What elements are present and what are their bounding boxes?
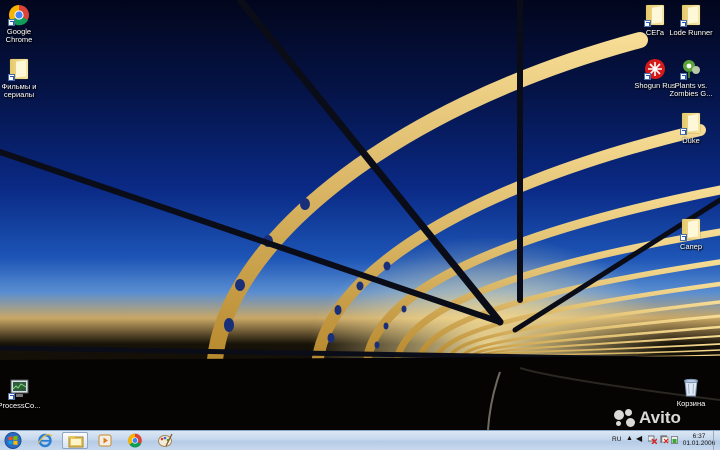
desktop-icon-duke-folder[interactable]: Duke xyxy=(660,112,720,145)
shortcut-arrow-icon xyxy=(8,19,15,26)
folder-icon xyxy=(8,59,30,81)
show-hidden-icons-icon[interactable]: ▲ xyxy=(626,435,633,442)
process-monitor-icon xyxy=(8,378,30,400)
desktop-icon-label: Plants vs. Zombies G... xyxy=(669,81,713,98)
wallpaper-image xyxy=(0,0,720,430)
desktop-icon-label: Фильмы и сериалы xyxy=(1,82,37,99)
shortcut-arrow-icon xyxy=(8,393,15,400)
shortcut-arrow-icon xyxy=(680,128,687,135)
language-indicator[interactable]: RU xyxy=(612,436,621,443)
folder-icon xyxy=(68,436,84,448)
desktop-icon-plants-vs-zombies[interactable]: Plants vs. Zombies G... xyxy=(660,58,720,98)
recycle-bin-icon xyxy=(680,376,702,398)
desktop-icon-label: Корзина xyxy=(676,399,706,408)
shortcut-arrow-icon xyxy=(680,20,687,27)
taskbar-windows-explorer[interactable] xyxy=(62,432,88,449)
desktop-icon-label: Сапер xyxy=(679,242,703,251)
shortcut-arrow-icon xyxy=(644,20,651,27)
plants-vs-zombies-icon xyxy=(680,58,702,80)
avito-watermark: Avito xyxy=(614,408,714,428)
taskbar-chrome[interactable] xyxy=(122,432,148,449)
desktop-icon-saper-folder[interactable]: Сапер xyxy=(660,218,720,251)
avito-watermark-text: Avito xyxy=(639,408,681,427)
shortcut-arrow-icon xyxy=(8,74,15,81)
desktop-icon-processco[interactable]: ProcessCo... xyxy=(0,378,50,410)
desktop-icon-recycle-bin[interactable]: Корзина xyxy=(660,376,720,408)
desktop-icon-label: ProcessCo... xyxy=(0,401,41,410)
desktop-icon-google-chrome[interactable]: Google Chrome xyxy=(0,4,50,44)
paint-icon xyxy=(158,433,173,447)
folder-icon xyxy=(680,113,702,135)
internet-explorer-icon xyxy=(37,433,53,448)
battery-icon[interactable] xyxy=(671,436,678,446)
taskbar-media-player[interactable] xyxy=(92,432,118,449)
media-player-icon xyxy=(98,434,112,447)
shortcut-arrow-icon xyxy=(680,73,687,80)
chrome-icon xyxy=(128,433,142,448)
desktop-icon-label: Lode Runner xyxy=(669,28,713,37)
windows-logo-icon xyxy=(4,432,22,449)
folder-icon xyxy=(680,219,702,241)
chrome-icon xyxy=(8,4,30,26)
desktop-icon-films-folder[interactable]: Фильмы и сериалы xyxy=(0,58,50,99)
system-tray: RU ▲ ◀ 6:37 01.01.2006 xyxy=(608,431,720,450)
avito-logo-icon xyxy=(614,409,636,427)
shortcut-arrow-icon xyxy=(644,73,651,80)
taskbar: RU ▲ ◀ 6:37 01.01.2006 xyxy=(0,430,720,450)
speaker-icon[interactable]: ◀ xyxy=(636,434,642,443)
folder-icon xyxy=(680,5,702,27)
desktop-icon-label: Duke xyxy=(682,136,700,145)
taskbar-internet-explorer[interactable] xyxy=(32,432,58,449)
taskbar-paint[interactable] xyxy=(152,432,178,449)
shortcut-arrow-icon xyxy=(680,234,687,241)
show-desktop-button[interactable] xyxy=(713,431,720,450)
network-icon[interactable] xyxy=(647,435,658,446)
desktop-icon-lode-runner-folder[interactable]: Lode Runner xyxy=(660,4,720,37)
desktop[interactable]: Google Chrome Фильмы и сериалы ProcessCo… xyxy=(0,0,720,430)
desktop-icon-label: Google Chrome xyxy=(5,27,33,44)
start-button[interactable] xyxy=(2,432,24,449)
action-center-icon[interactable] xyxy=(660,435,669,446)
